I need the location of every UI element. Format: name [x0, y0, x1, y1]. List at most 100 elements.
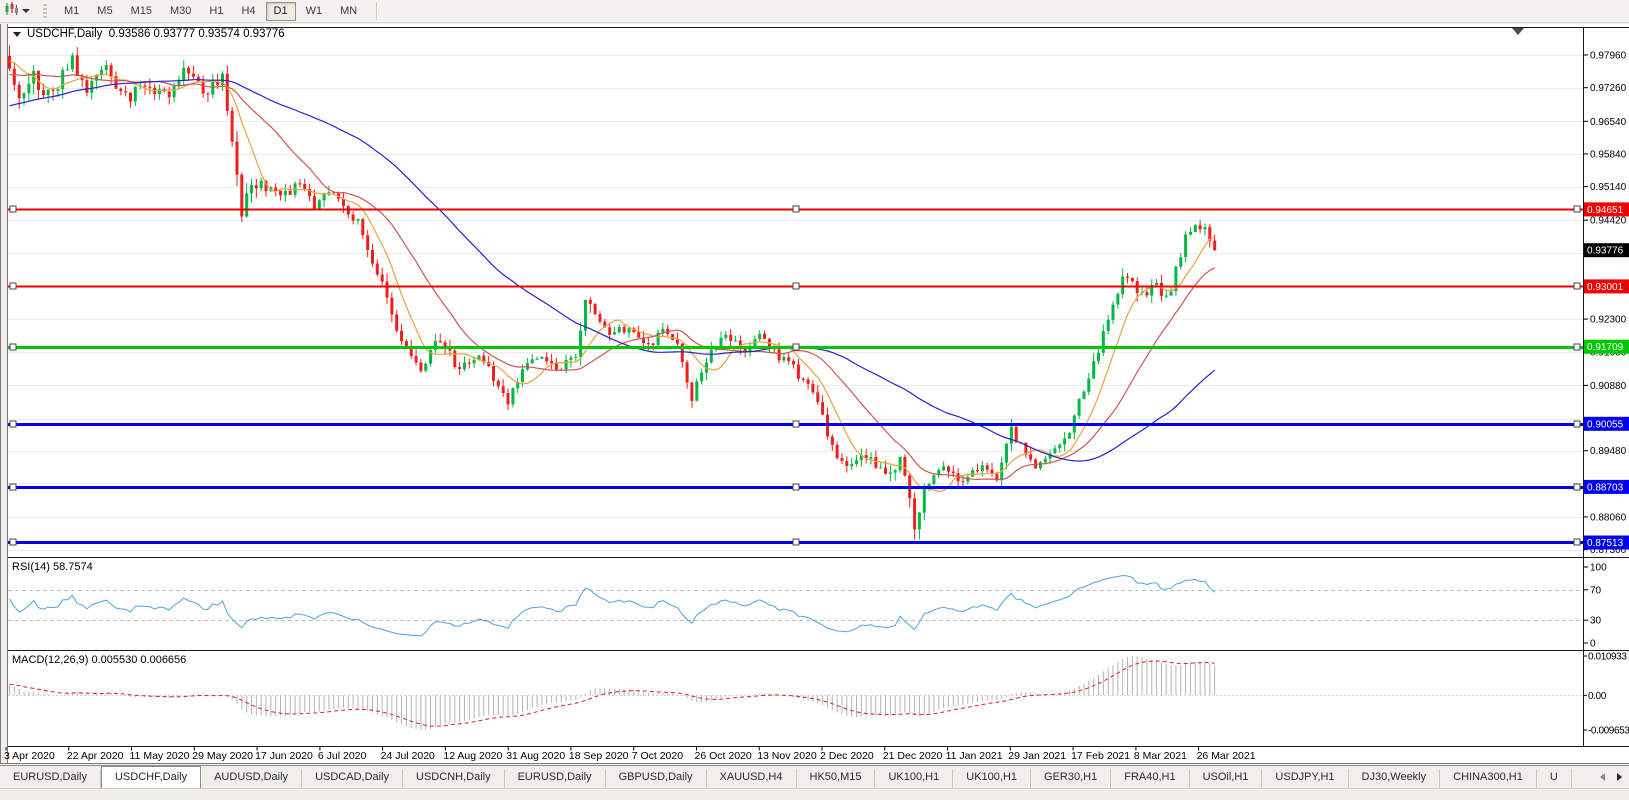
timeframe-button-h1[interactable]: H1 [201, 2, 231, 21]
tab-dj30-weekly[interactable]: DJ30,Weekly [1349, 769, 1441, 788]
line-handle[interactable] [1574, 344, 1580, 350]
rsi-indicator-label: RSI(14) 58.7574 [12, 561, 93, 573]
line-handle[interactable] [10, 344, 16, 350]
tab-scroll-right-icon [1617, 773, 1622, 781]
macd-indicator-label: MACD(12,26,9) 0.005530 0.006656 [12, 654, 186, 666]
mt4-terminal: { "toolbar": { "timeframes": ["M1","M5",… [0, 0, 1629, 800]
timeframe-button-d1[interactable]: D1 [266, 2, 296, 21]
price-badge-label: 0.93776 [1587, 246, 1624, 257]
price-tick-label: 0.95140 [1590, 182, 1627, 193]
price-badge-label: 0.87513 [1587, 538, 1624, 549]
tab-fra40-h1[interactable]: FRA40,H1 [1111, 769, 1189, 788]
tab-u[interactable]: U [1537, 769, 1572, 788]
line-handle[interactable] [1574, 206, 1580, 212]
tab-scroll-buttons [1595, 769, 1627, 785]
timeframe-button-m1[interactable]: M1 [56, 2, 87, 21]
line-handle[interactable] [793, 283, 799, 289]
date-label: 8 Mar 2021 [1134, 750, 1187, 762]
date-label: 26 Oct 2020 [695, 750, 752, 762]
timeframe-button-mn[interactable]: MN [332, 2, 365, 21]
line-handle[interactable] [10, 206, 16, 212]
rsi-tick-label: 30 [1590, 616, 1602, 627]
line-handle[interactable] [1574, 283, 1580, 289]
line-handle[interactable] [793, 539, 799, 545]
tab-strip: EURUSD,DailyUSDCHF,DailyAUDUSD,DailyUSDC… [0, 766, 1572, 788]
tab-ger30-h1[interactable]: GER30,H1 [1031, 769, 1111, 788]
macd-tick-label: -0.009653 [1588, 726, 1629, 737]
date-label: 24 Jul 2020 [381, 750, 435, 762]
price-tick-label: 0.88060 [1590, 512, 1627, 523]
price-tick-label: 0.95840 [1590, 149, 1627, 160]
date-label: 7 Oct 2020 [632, 750, 684, 762]
tab-scroll-left-icon [1600, 773, 1605, 781]
date-label: 2 Dec 2020 [820, 750, 874, 762]
price-tick-label: 0.92300 [1590, 315, 1627, 326]
line-handle[interactable] [1574, 539, 1580, 545]
date-label: 22 Apr 2020 [67, 750, 124, 762]
date-label: 17 Feb 2021 [1071, 750, 1130, 762]
line-handle[interactable] [793, 484, 799, 490]
top-toolbar: M1M5M15M30H1H4D1W1MN [0, 0, 1629, 23]
line-handle[interactable] [793, 206, 799, 212]
tab-uk100-h1[interactable]: UK100,H1 [875, 769, 953, 788]
price-tick-label: 0.97960 [1590, 51, 1627, 62]
date-label: 29 May 2020 [192, 750, 253, 762]
tab-xauusd-h4[interactable]: XAUUSD,H4 [707, 769, 797, 788]
tab-audusd-daily[interactable]: AUDUSD,Daily [201, 769, 302, 788]
timeframe-button-m15[interactable]: M15 [123, 2, 160, 21]
date-label: 26 Mar 2021 [1197, 750, 1256, 762]
tab-usdcad-daily[interactable]: USDCAD,Daily [302, 769, 403, 788]
date-label: 11 Jan 2021 [946, 750, 1003, 762]
tab-gbpusd-daily[interactable]: GBPUSD,Daily [606, 769, 707, 788]
tab-scroll-left-button[interactable] [1595, 769, 1610, 785]
price-tick-label: 0.89480 [1590, 446, 1627, 457]
tab-usdchf-daily[interactable]: USDCHF,Daily [101, 766, 201, 788]
chart-tab-bar: EURUSD,DailyUSDCHF,DailyAUDUSD,DailyUSDC… [0, 765, 1629, 788]
date-label: 21 Dec 2020 [883, 750, 943, 762]
toolbar-grip[interactable] [43, 4, 47, 18]
tab-eurusd-daily[interactable]: EURUSD,Daily [505, 769, 606, 788]
tab-usdcnh-daily[interactable]: USDCNH,Daily [403, 769, 505, 788]
line-handle[interactable] [10, 539, 16, 545]
tab-uk100-h1[interactable]: UK100,H1 [953, 769, 1031, 788]
tab-eurusd-daily[interactable]: EURUSD,Daily [0, 769, 101, 788]
chart-title: USDCHF,Daily 0.93586 0.93777 0.93574 0.9… [13, 28, 285, 40]
date-label: 6 Jul 2020 [318, 750, 367, 762]
timeframe-button-w1[interactable]: W1 [298, 2, 331, 21]
tab-scroll-right-button[interactable] [1612, 769, 1627, 785]
line-handle[interactable] [793, 344, 799, 350]
timeframe-button-h4[interactable]: H4 [233, 2, 263, 21]
rsi-tick-label: 0 [1590, 639, 1596, 650]
macd-tick-label: 0.00 [1588, 691, 1607, 702]
chart-background [0, 24, 1629, 764]
macd-tick-label: 0.010933 [1588, 652, 1627, 663]
price-badge-label: 0.90055 [1587, 419, 1624, 430]
line-handle[interactable] [1574, 484, 1580, 490]
rsi-tick-label: 70 [1590, 585, 1602, 596]
line-handle[interactable] [10, 484, 16, 490]
collapse-icon[interactable] [13, 32, 21, 37]
line-handle[interactable] [1574, 421, 1580, 427]
date-label: 13 Nov 2020 [757, 750, 817, 762]
chevron-down-icon [22, 9, 30, 13]
timeframe-button-m30[interactable]: M30 [162, 2, 199, 21]
date-label: 29 Jan 2021 [1008, 750, 1066, 762]
toolbar-separator [376, 2, 377, 20]
timeframe-button-m5[interactable]: M5 [89, 2, 120, 21]
price-badge-label: 0.94651 [1587, 205, 1624, 216]
line-handle[interactable] [10, 421, 16, 427]
price-tick-label: 0.96540 [1590, 117, 1627, 128]
date-label: 17 Jun 2020 [255, 750, 313, 762]
line-handle[interactable] [793, 421, 799, 427]
tab-usdjpy-h1[interactable]: USDJPY,H1 [1262, 769, 1348, 788]
candlestick-chart-icon [4, 2, 19, 21]
timeframe-group: M1M5M15M30H1H4D1W1MN [55, 0, 366, 23]
price-badge-label: 0.93001 [1587, 282, 1624, 293]
line-handle[interactable] [10, 283, 16, 289]
tab-china300-h1[interactable]: CHINA300,H1 [1440, 769, 1537, 788]
date-label: 18 Sep 2020 [569, 750, 629, 762]
price-badge-label: 0.91709 [1587, 342, 1624, 353]
tab-usoil-h1[interactable]: USOil,H1 [1190, 769, 1263, 788]
tab-hk50-m15[interactable]: HK50,M15 [797, 769, 876, 788]
chart-type-button[interactable] [0, 1, 33, 21]
